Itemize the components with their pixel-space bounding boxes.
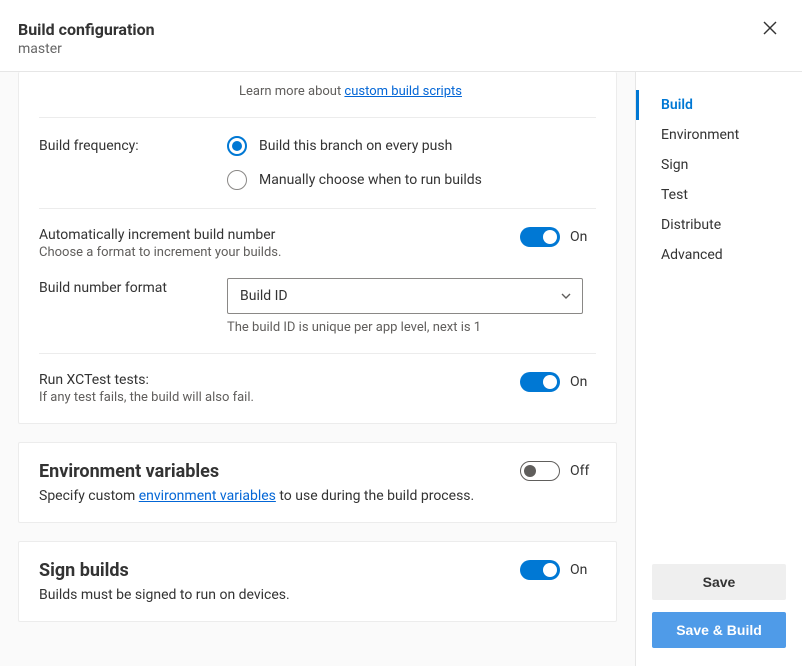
build-card: Learn more about custom build scripts Bu…	[18, 72, 617, 424]
env-vars-toggle[interactable]	[520, 461, 560, 481]
branch-name: master	[18, 41, 155, 57]
select-value: Build ID	[240, 288, 288, 304]
header-left: Build configuration master	[18, 20, 155, 57]
auto-increment-toggle[interactable]	[520, 227, 560, 247]
radio-icon	[227, 136, 247, 156]
save-button[interactable]: Save	[652, 564, 786, 600]
xctest-title: Run XCTest tests:	[39, 372, 500, 388]
close-icon[interactable]	[762, 20, 778, 36]
env-vars-title: Environment variables	[39, 461, 500, 482]
build-number-format-label: Build number format	[39, 278, 227, 296]
nav-item-build[interactable]: Build	[636, 90, 802, 120]
divider	[39, 353, 596, 354]
page-title: Build configuration	[18, 20, 155, 39]
env-vars-sub-suffix: to use during the build process.	[276, 488, 474, 504]
build-frequency-row: Build frequency: Build this branch on ev…	[39, 136, 596, 190]
nav-item-test[interactable]: Test	[636, 180, 802, 210]
sign-builds-state: On	[570, 562, 596, 578]
sign-builds-card: Sign builds Builds must be signed to run…	[18, 541, 617, 622]
divider	[39, 117, 596, 118]
auto-increment-sub: Choose a format to increment your builds…	[39, 245, 500, 260]
learn-more-prefix: Learn more about	[239, 84, 344, 99]
main-panel: Learn more about custom build scripts Bu…	[0, 72, 635, 666]
radio-icon	[227, 170, 247, 190]
nav-item-environment[interactable]: Environment	[636, 120, 802, 150]
xctest-state: On	[570, 374, 596, 390]
sign-builds-title: Sign builds	[39, 560, 500, 581]
env-vars-state: Off	[570, 463, 596, 479]
radio-every-push[interactable]: Build this branch on every push	[227, 136, 596, 156]
build-number-format-select[interactable]: Build ID	[227, 278, 583, 314]
radio-label: Build this branch on every push	[259, 138, 452, 154]
sidebar-footer: Save Save & Build	[636, 564, 802, 648]
sidebar: Build Environment Sign Test Distribute A…	[635, 72, 802, 666]
build-number-format-help: The build ID is unique per app level, ne…	[227, 320, 596, 335]
env-vars-card: Environment variables Specify custom env…	[18, 442, 617, 523]
xctest-sub: If any test fails, the build will also f…	[39, 390, 500, 405]
divider	[39, 208, 596, 209]
build-number-format-row: Build number format Build ID The build I…	[39, 278, 596, 335]
env-vars-sub: Specify custom environment variables to …	[39, 488, 500, 504]
nav: Build Environment Sign Test Distribute A…	[636, 90, 802, 270]
env-variables-link[interactable]: environment variables	[139, 488, 276, 504]
save-and-build-button[interactable]: Save & Build	[652, 612, 786, 648]
nav-item-advanced[interactable]: Advanced	[636, 240, 802, 270]
custom-build-scripts-link[interactable]: custom build scripts	[344, 84, 462, 99]
build-frequency-radio-group: Build this branch on every push Manually…	[227, 136, 596, 190]
auto-increment-state: On	[570, 229, 596, 245]
xctest-row: Run XCTest tests: If any test fails, the…	[39, 372, 596, 405]
env-vars-row: Environment variables Specify custom env…	[39, 461, 596, 504]
nav-item-sign[interactable]: Sign	[636, 150, 802, 180]
sign-builds-sub: Builds must be signed to run on devices.	[39, 587, 500, 603]
radio-manual[interactable]: Manually choose when to run builds	[227, 170, 596, 190]
auto-increment-title: Automatically increment build number	[39, 227, 500, 243]
env-vars-sub-prefix: Specify custom	[39, 488, 139, 504]
header: Build configuration master	[0, 0, 802, 72]
build-frequency-label: Build frequency:	[39, 136, 227, 154]
auto-increment-row: Automatically increment build number Cho…	[39, 227, 596, 260]
radio-label: Manually choose when to run builds	[259, 172, 482, 188]
sign-builds-toggle[interactable]	[520, 560, 560, 580]
nav-item-distribute[interactable]: Distribute	[636, 210, 802, 240]
learn-more-row: Learn more about custom build scripts	[39, 72, 596, 99]
xctest-toggle[interactable]	[520, 372, 560, 392]
sign-builds-row: Sign builds Builds must be signed to run…	[39, 560, 596, 603]
